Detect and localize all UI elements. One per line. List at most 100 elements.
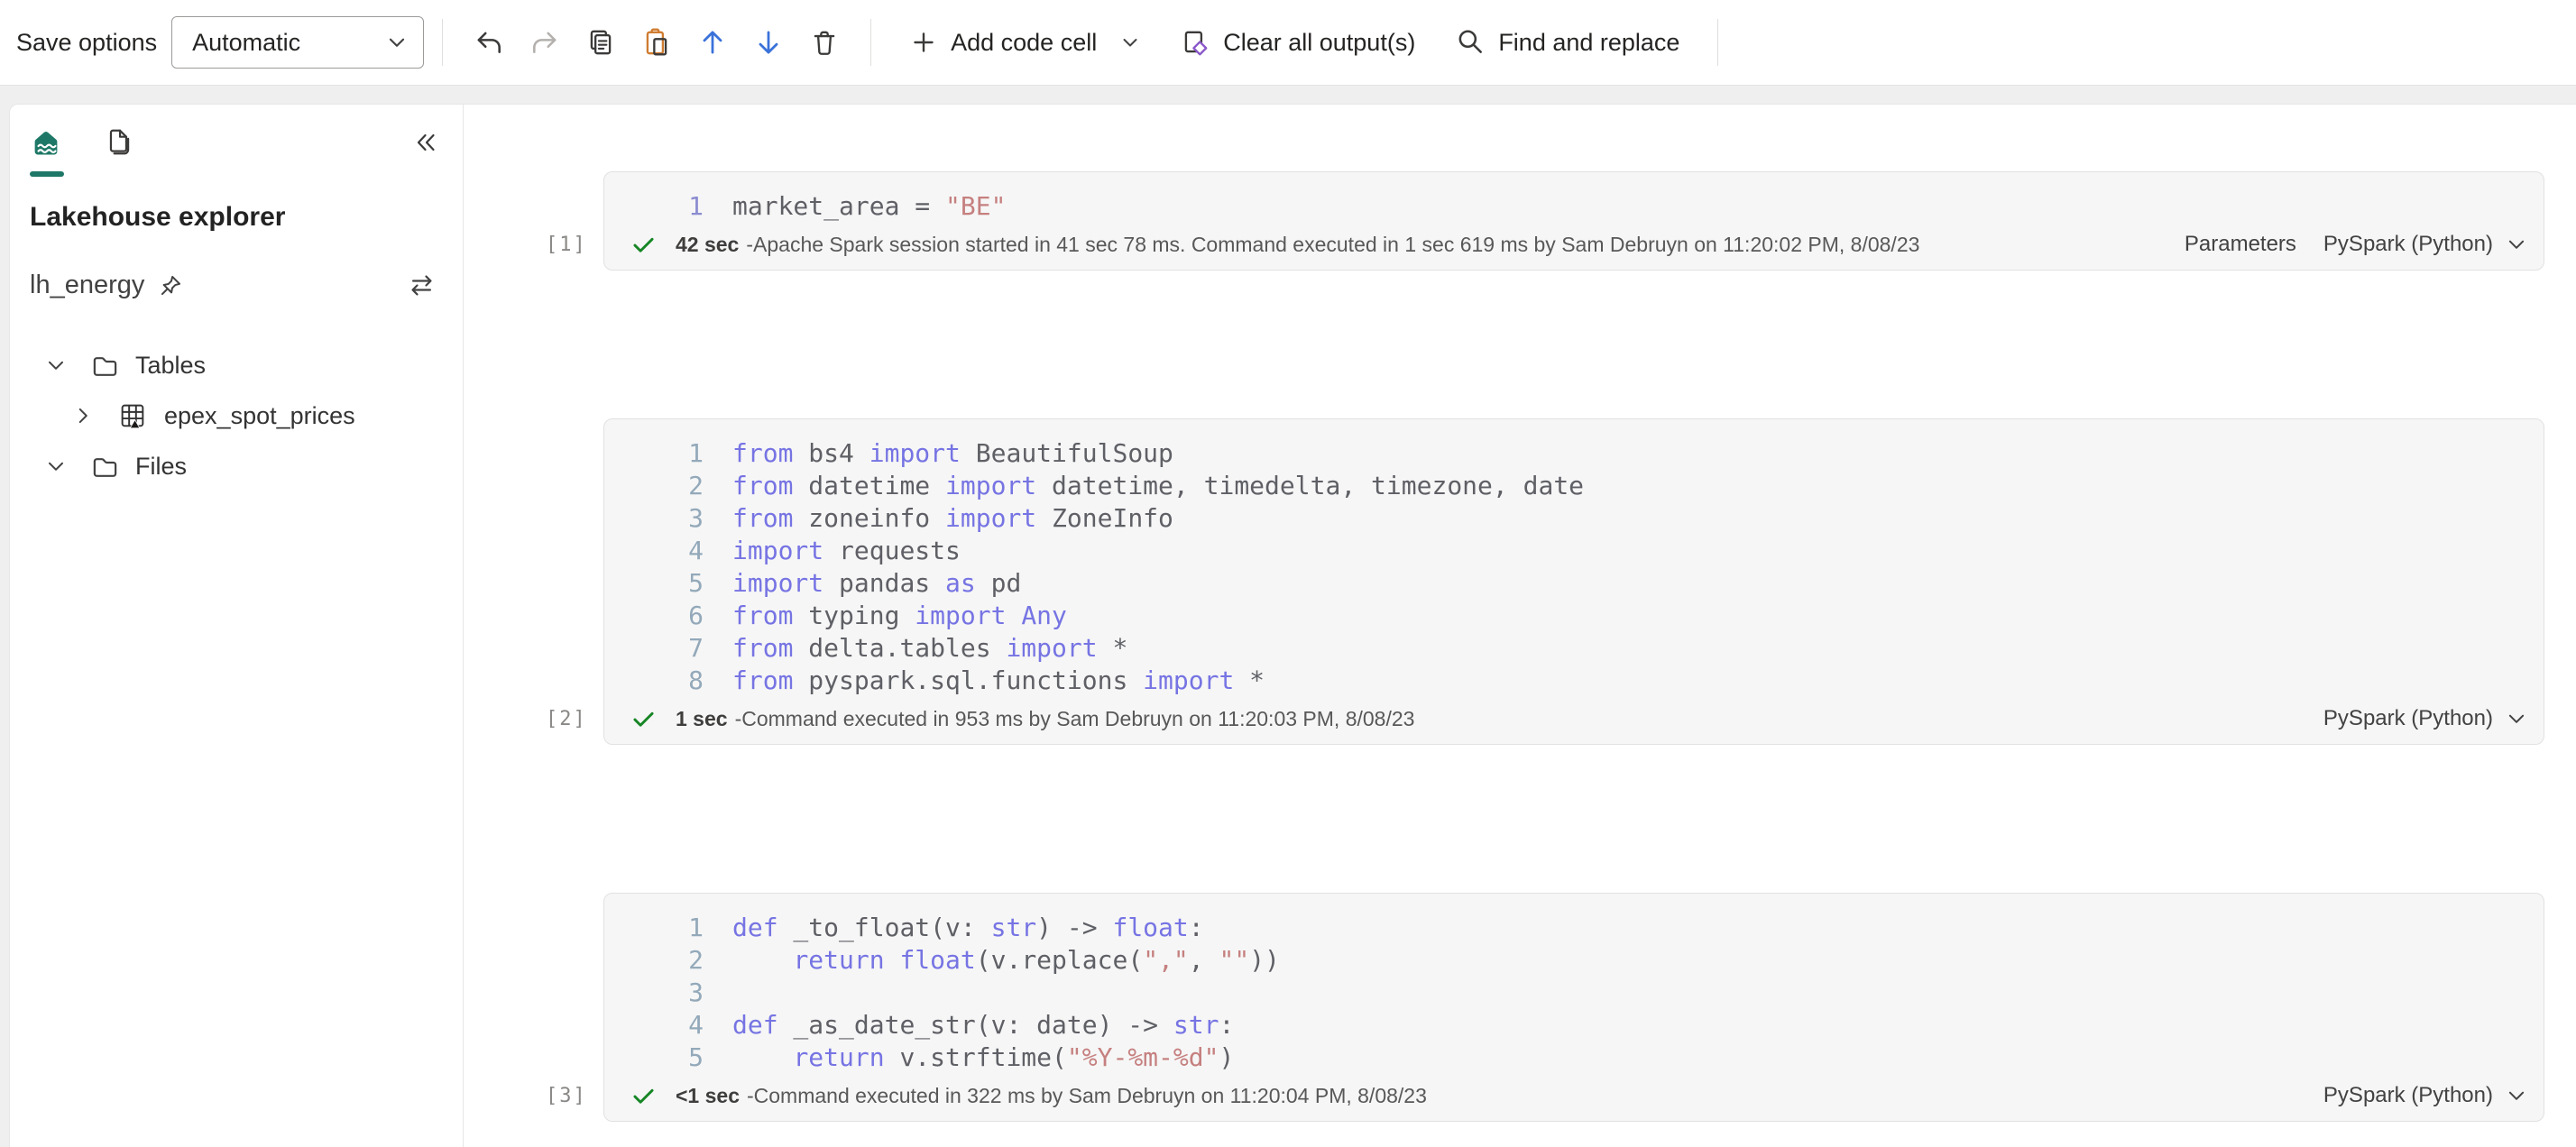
line-number: 1 — [604, 437, 704, 470]
code-token: : — [1189, 913, 1204, 942]
autosave-dropdown[interactable]: Automatic — [171, 16, 424, 69]
line-number: 1 — [604, 190, 704, 223]
chevron-down-icon[interactable] — [2506, 708, 2527, 729]
paste-button[interactable] — [629, 13, 685, 72]
code-token: from — [732, 633, 793, 663]
code-token: BeautifulSoup — [961, 438, 1173, 468]
chevron-down-icon[interactable] — [2506, 234, 2527, 255]
code-token: str — [991, 913, 1037, 942]
move-cell-up-button[interactable] — [685, 13, 741, 72]
code-token: * — [1234, 665, 1265, 695]
switch-lakehouse-icon[interactable] — [408, 271, 436, 299]
code-token: import — [1143, 665, 1234, 695]
code-token: zoneinfo — [793, 503, 945, 533]
code-line[interactable]: from zoneinfo import ZoneInfo — [732, 502, 1173, 535]
code-token: pd — [976, 568, 1022, 598]
line-number: 5 — [604, 567, 704, 600]
toolbar-divider — [1717, 19, 1718, 66]
delete-cell-button[interactable] — [796, 13, 852, 72]
lakehouse-tree: Tables epex_spot_prices — [30, 340, 441, 491]
code-token: Any — [1021, 601, 1067, 630]
code-token: import — [1006, 633, 1097, 663]
language-selector[interactable]: PySpark (Python) — [2323, 706, 2493, 731]
code-token: float — [1112, 913, 1188, 942]
success-icon — [631, 707, 656, 731]
double-chevron-left-icon — [412, 128, 441, 157]
execution-count: [1] — [546, 234, 587, 256]
code-token: import — [732, 536, 823, 565]
code-line[interactable]: market_area = "BE" — [732, 190, 1006, 223]
code-line[interactable]: from pyspark.sql.functions import * — [732, 665, 1265, 697]
lakehouse-name-row[interactable]: lh_energy — [30, 271, 441, 300]
execution-message: -Command executed in 322 ms by Sam Debru… — [747, 1084, 1427, 1108]
tab-lakehouse[interactable] — [30, 126, 71, 159]
add-code-cell-button[interactable]: Add code cell — [889, 13, 1160, 72]
code-line[interactable]: from delta.tables import * — [732, 632, 1127, 665]
code-cell[interactable]: 1def _to_float(v: str) -> float:2 return… — [603, 893, 2544, 1122]
code-line[interactable]: return float(v.replace(",", "")) — [732, 944, 1280, 977]
parameters-badge[interactable]: Parameters — [2185, 232, 2296, 257]
language-selector[interactable]: PySpark (Python) — [2323, 1083, 2493, 1108]
tree-item-files[interactable]: Files — [30, 441, 441, 491]
code-line-row: 1def _to_float(v: str) -> float: — [604, 912, 2544, 944]
code-token: delta.tables — [793, 633, 1006, 663]
delta-table-icon — [118, 401, 148, 431]
language-selector[interactable]: PySpark (Python) — [2323, 232, 2493, 257]
code-token: "%Y-%m-%d" — [1067, 1042, 1219, 1072]
move-cell-down-button[interactable] — [741, 13, 796, 72]
code-line[interactable]: import requests — [732, 535, 961, 567]
chevron-down-icon[interactable] — [1120, 32, 1140, 52]
code-token — [732, 945, 793, 975]
code-line[interactable]: def _as_date_str(v: date) -> str: — [732, 1009, 1234, 1041]
sidebar-tabs — [30, 126, 441, 159]
code-line-row: 6 from typing import Any — [604, 600, 2544, 632]
tree-item-label: Files — [135, 453, 187, 481]
find-and-replace-button[interactable]: Find and replace — [1435, 13, 1699, 72]
notebook-cells: [1]1market_area = "BE"42 sec-Apache Spar… — [603, 171, 2576, 1122]
code-token: pyspark.sql.functions — [793, 665, 1143, 695]
chevron-down-icon[interactable] — [2506, 1085, 2527, 1106]
code-token: from — [732, 471, 793, 500]
notebook-cell: [2]1from bs4 import BeautifulSoup2from d… — [603, 418, 2544, 745]
execution-count: [3] — [546, 1085, 587, 1107]
code-line[interactable]: def _to_float(v: str) -> float: — [732, 912, 1204, 944]
code-token: v.strftime( — [885, 1042, 1067, 1072]
code-line[interactable]: from typing import Any — [732, 600, 1067, 632]
execution-message: -Command executed in 953 ms by Sam Debru… — [735, 707, 1415, 731]
clear-outputs-icon — [1180, 27, 1210, 58]
tree-item-epex-spot-prices[interactable]: epex_spot_prices — [30, 390, 441, 441]
line-number: 3 — [604, 502, 704, 535]
code-token: datetime, timedelta, timezone, date — [1036, 471, 1584, 500]
code-line[interactable]: from datetime import datetime, timedelta… — [732, 470, 1584, 502]
tab-resources[interactable] — [104, 126, 145, 157]
chevron-right-icon[interactable] — [71, 404, 95, 427]
code-token: import — [915, 601, 1006, 630]
clear-all-outputs-button[interactable]: Clear all output(s) — [1160, 13, 1435, 72]
code-line[interactable]: import pandas as pd — [732, 567, 1021, 600]
code-line[interactable]: from bs4 import BeautifulSoup — [732, 437, 1173, 470]
code-line-row: 5 return v.strftime("%Y-%m-%d") — [604, 1041, 2544, 1074]
redo-button[interactable] — [517, 13, 573, 72]
code-cell[interactable]: 1from bs4 import BeautifulSoup2from date… — [603, 418, 2544, 745]
code-token: import — [945, 503, 1036, 533]
code-token: (v.replace( — [976, 945, 1143, 975]
collapse-sidebar-button[interactable] — [412, 126, 441, 157]
code-token: "" — [1219, 945, 1249, 975]
clear-all-outputs-label: Clear all output(s) — [1223, 29, 1415, 57]
arrow-down-icon — [753, 27, 784, 58]
chevron-down-icon[interactable] — [44, 353, 68, 377]
tree-item-label: Tables — [135, 352, 206, 380]
undo-button[interactable] — [461, 13, 517, 72]
line-number: 3 — [604, 977, 704, 1009]
code-cell[interactable]: 1 market_area = "BE" 42 sec-Apache Spark s… — [603, 171, 2544, 271]
tree-item-tables[interactable]: Tables — [30, 340, 441, 390]
code-line[interactable]: return v.strftime("%Y-%m-%d") — [732, 1041, 1234, 1074]
chevron-down-icon[interactable] — [44, 454, 68, 478]
line-number: 6 — [604, 600, 704, 632]
redo-icon — [529, 27, 560, 58]
copy-button[interactable] — [573, 13, 629, 72]
code-line-row: 8from pyspark.sql.functions import * — [604, 665, 2544, 697]
code-token: def — [732, 1010, 778, 1040]
cell-status-bar: 42 sec-Apache Spark session started in 4… — [604, 230, 2544, 259]
active-tab-indicator — [30, 171, 64, 177]
